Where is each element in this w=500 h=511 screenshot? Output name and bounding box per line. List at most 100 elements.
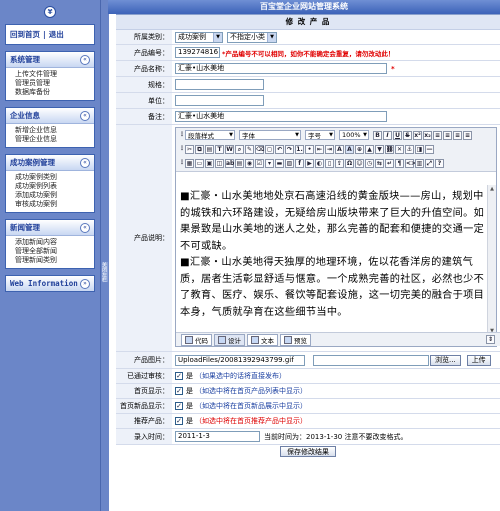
home-show-checkbox[interactable]: ✓ (175, 387, 183, 395)
absolute-position-icon[interactable]: ⊕ (355, 144, 364, 154)
remark-input[interactable]: 汇豪•山水美地 (175, 111, 387, 122)
fullscreen-icon[interactable]: ⤢ (425, 159, 434, 168)
product-code-input[interactable]: 139274816 (175, 47, 220, 58)
hidden-field-icon[interactable]: ◫ (215, 159, 224, 168)
textarea-icon[interactable]: ▤ (235, 159, 244, 168)
paragraph-style-select[interactable]: 段落样式 ▼ (185, 130, 235, 140)
spec-input[interactable] (175, 79, 264, 90)
save-button[interactable]: 保存修改结果 (280, 446, 336, 457)
redo-icon[interactable]: ↷ (285, 144, 294, 154)
nav-section-header[interactable]: 成功案例管理 « (6, 155, 94, 171)
collapse-icon[interactable]: « (80, 222, 90, 233)
find-icon[interactable]: ⌕ (235, 144, 244, 154)
flash-icon[interactable]: f (295, 159, 304, 168)
collapse-all-icon[interactable]: ¥ (44, 6, 56, 18)
cut-icon[interactable]: ✂ (185, 144, 194, 154)
link-icon[interactable]: ⛓ (385, 144, 394, 154)
subcategory-select[interactable]: 不指定小类 ▼ (227, 31, 277, 43)
paste-text-icon[interactable]: T (215, 144, 224, 154)
category-select[interactable]: 成功案例 ▼ (175, 31, 223, 43)
nav-item-case-list[interactable]: 成功案例列表 (15, 182, 94, 191)
nav-item-manage-news[interactable]: 管理全部新闻 (15, 247, 94, 256)
upload-button[interactable]: 上传 (466, 354, 491, 366)
tab-design[interactable]: 设计 (214, 333, 245, 346)
nav-item-manage-company-info[interactable]: 管理企业信息 (15, 135, 94, 144)
anchor-icon[interactable]: ⚓ (405, 144, 414, 154)
browse-button[interactable]: 浏览... (430, 354, 461, 366)
font-family-select[interactable]: 字体 ▼ (239, 130, 301, 140)
radio-icon[interactable]: ◉ (245, 159, 254, 168)
source-icon[interactable]: <> (405, 159, 416, 168)
bold-icon[interactable]: B (373, 130, 382, 140)
ordered-list-icon[interactable]: 1. (295, 144, 304, 154)
home-link[interactable]: 回到首页 (10, 29, 40, 40)
nav-item-add-news[interactable]: 添加新闻内容 (15, 238, 94, 247)
media-icon[interactable]: ▶ (305, 159, 314, 168)
collapse-icon[interactable]: « (80, 54, 90, 65)
indent-icon[interactable]: ⇥ (325, 144, 334, 154)
font-size-select[interactable]: 字号 ▼ (305, 130, 335, 140)
unordered-list-icon[interactable]: • (305, 144, 314, 154)
file-icon[interactable]: ▯ (325, 159, 334, 168)
resize-icon[interactable]: ⇕ (486, 335, 495, 344)
unlink-icon[interactable]: ✕ (395, 144, 404, 154)
zoom-select[interactable]: 100% ▼ (339, 130, 369, 140)
recommend-checkbox[interactable]: ✓ (175, 417, 183, 425)
background-color-icon[interactable]: A (345, 144, 354, 154)
iframe-icon[interactable]: ▣ (205, 159, 214, 168)
strikethrough-icon[interactable]: S (403, 130, 412, 140)
nav-section-header[interactable]: 新闻管理 « (6, 220, 94, 236)
image-path-input[interactable]: UploadFiles/20081392943799.gif (175, 354, 305, 366)
scroll-up-icon[interactable]: ▲ (488, 185, 496, 193)
map-icon[interactable]: ◨ (415, 144, 424, 154)
paste-word-icon[interactable]: W (225, 144, 234, 154)
table-icon[interactable]: ▦ (185, 159, 194, 168)
format-brush-icon[interactable]: ✎ (245, 144, 254, 154)
outdent-icon[interactable]: ⇤ (315, 144, 324, 154)
image-icon[interactable]: ▨ (285, 159, 294, 168)
nav-section-header[interactable]: 系统管理 « (6, 52, 94, 68)
editor-content[interactable]: ■汇豪・山水美地地处京石高速沿线的黄金版块——房山，规划中的城铁和六环路建设，无… (176, 185, 490, 335)
date-icon[interactable]: ◷ (365, 159, 374, 168)
align-right-icon[interactable]: ≡ (453, 130, 462, 140)
align-left-icon[interactable]: ≡ (433, 130, 442, 140)
nav-section-header[interactable]: 企业信息 « (6, 108, 94, 124)
product-name-input[interactable]: 汇豪•山水美地 (175, 63, 387, 74)
select-all-icon[interactable]: ◻ (265, 144, 274, 154)
entry-time-input[interactable]: 2011-1-3 (175, 431, 260, 442)
paste-icon[interactable]: ▤ (205, 144, 214, 154)
nav-section-header[interactable]: Web Information » (6, 276, 94, 291)
file-picker-input[interactable] (313, 354, 429, 366)
approved-checkbox[interactable]: ✓ (175, 372, 183, 380)
emoticon-icon[interactable]: ☺ (355, 159, 364, 168)
italic-icon[interactable]: I (383, 130, 392, 140)
expand-icon[interactable]: » (80, 278, 90, 289)
font-color-icon[interactable]: A (335, 144, 344, 154)
backward-icon[interactable]: ▼ (375, 144, 384, 154)
remote-upload-icon[interactable]: ⇪ (335, 159, 344, 168)
help-icon[interactable]: ? (435, 159, 444, 168)
nav-item-case-categories[interactable]: 成功案例类别 (15, 173, 94, 182)
logout-link[interactable]: 退出 (49, 29, 64, 40)
nav-item-add-company-info[interactable]: 新增企业信息 (15, 126, 94, 135)
home-new-checkbox[interactable]: ✓ (175, 402, 183, 410)
align-center-icon[interactable]: ≡ (443, 130, 452, 140)
form-icon[interactable]: ▭ (195, 159, 204, 168)
align-justify-icon[interactable]: ≡ (463, 130, 472, 140)
superscript-icon[interactable]: x² (413, 130, 422, 140)
collapse-icon[interactable]: « (80, 157, 90, 168)
nav-item-upload-files[interactable]: 上传文件管理 (15, 70, 94, 79)
underline-icon[interactable]: U (393, 130, 402, 140)
forward-icon[interactable]: ▲ (365, 144, 374, 154)
unit-input[interactable] (175, 95, 264, 106)
paragraph-icon[interactable]: ¶ (395, 159, 404, 168)
textbox-icon[interactable]: ab (225, 159, 234, 168)
dropdown-icon[interactable]: ▾ (265, 159, 274, 168)
tab-text[interactable]: 文本 (247, 333, 278, 346)
special-char-icon[interactable]: Ω (345, 159, 354, 168)
nav-item-admins[interactable]: 管理员管理 (15, 79, 94, 88)
nav-item-news-categories[interactable]: 管理新闻类别 (15, 256, 94, 265)
tab-preview[interactable]: 预览 (280, 333, 311, 346)
nav-item-review-case[interactable]: 审核成功案例 (15, 200, 94, 209)
realplay-icon[interactable]: ◐ (315, 159, 324, 168)
